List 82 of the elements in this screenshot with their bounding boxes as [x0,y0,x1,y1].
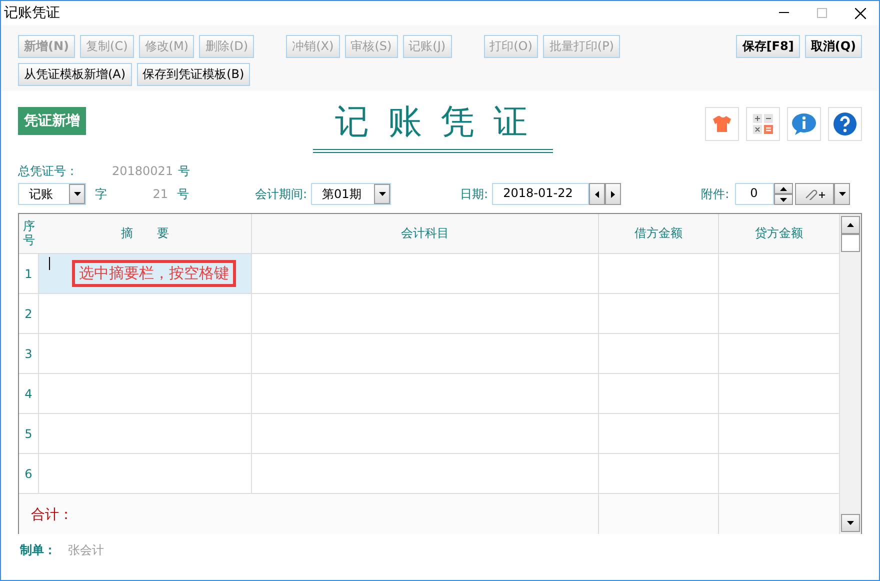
scroll-thumb[interactable] [841,234,860,252]
summary-cell[interactable] [39,414,252,454]
table-cell[interactable] [599,254,719,294]
column-header: 借方金额 [599,214,719,254]
preparer-label: 制单： [20,542,56,559]
close-icon [854,8,866,18]
window-title: 记账凭证 [4,4,60,22]
row-number: 4 [19,374,39,414]
table-cell[interactable] [719,254,840,294]
toolbar-button[interactable]: 从凭证模板新增(A) [18,63,132,86]
scroll-down-button[interactable] [841,514,860,532]
summary-cell[interactable] [39,374,252,414]
table-cell[interactable] [252,374,599,414]
attachments-label: 附件: [701,186,730,202]
paperclip-plus-icon [804,188,826,200]
table-cell[interactable] [719,334,840,374]
caret-down-icon [847,521,854,525]
next-date-button[interactable] [605,183,622,205]
column-header: 会计科目 [252,214,599,254]
spinner-up-button[interactable] [774,183,794,194]
table-cell[interactable] [719,294,840,334]
scrollbar[interactable] [840,214,861,534]
voucher-type-dropdown[interactable]: 记账 [18,183,86,205]
column-header: 贷方金额 [719,214,840,254]
toolbar-button[interactable]: 取消(Q) [804,35,862,58]
table-cell[interactable] [252,334,599,374]
summary-cell[interactable]: 选中摘要栏，按空格键 [39,254,252,294]
table-cell[interactable] [252,294,599,334]
unit-label: 号 [178,162,190,180]
unit-label: 号 [177,186,189,202]
word-label: 字 [95,186,108,202]
dropdown-arrow-icon [74,192,80,196]
column-header: 摘 要 [39,214,252,254]
caret-up-icon [780,186,788,190]
table-cell[interactable] [719,374,840,414]
maximize-icon [817,8,827,18]
summary-cell[interactable] [39,294,252,334]
caret-left-icon [595,190,600,198]
date-label: 日期: [460,186,488,202]
row-number: 5 [19,414,39,454]
table-cell[interactable] [252,414,599,454]
total-number-label: 总凭证号： [18,162,79,180]
table-cell[interactable] [599,374,719,414]
attachments-field[interactable]: 0 [735,183,774,205]
caret-down-icon [780,198,788,202]
voucher-number: 21 [152,187,168,201]
voucher-title: 记 账 凭 证 [313,99,554,153]
row-number: 1 [19,254,39,294]
column-header: 序号 [19,214,40,254]
toolbar-button[interactable]: 保存到凭证模板(B) [136,63,250,86]
summary-cell[interactable] [39,334,252,374]
calculator-icon[interactable] [746,107,780,141]
table-cell[interactable] [252,254,599,294]
period-label: 会计期间: [255,186,308,202]
spinner-down-button[interactable] [774,194,794,205]
caret-right-icon [611,190,616,198]
attach-menu-button[interactable] [834,183,850,205]
total-number-value: 20180021 [112,164,174,178]
attach-button[interactable] [795,183,834,205]
help-icon[interactable] [828,107,862,141]
preparer-name: 张会计 [68,542,104,559]
caret-down-icon [838,192,846,196]
caret-up-icon [847,223,854,227]
hint-callout: 选中摘要栏，按空格键 [72,260,236,287]
row-number: 3 [19,334,39,374]
period-dropdown[interactable]: 第01期 [311,183,392,205]
row-number: 2 [19,294,39,334]
date-field[interactable]: 2018-01-22 [492,183,590,205]
scroll-up-button[interactable] [841,216,860,234]
dropdown-arrow-icon [378,192,386,196]
shirt-icon[interactable] [705,107,739,141]
mode-badge: 凭证新增 [18,107,86,135]
row-number: 6 [19,454,39,494]
total-label: 合计： [31,507,73,523]
toolbar-button[interactable]: 保存[F8] [736,35,800,58]
table-cell[interactable] [599,334,719,374]
table-cell[interactable] [599,414,719,454]
previous-date-button[interactable] [589,183,606,205]
table-cell[interactable] [599,294,719,334]
table-cell[interactable] [719,414,840,454]
minimize-icon [779,12,789,14]
info-icon[interactable] [787,107,821,141]
